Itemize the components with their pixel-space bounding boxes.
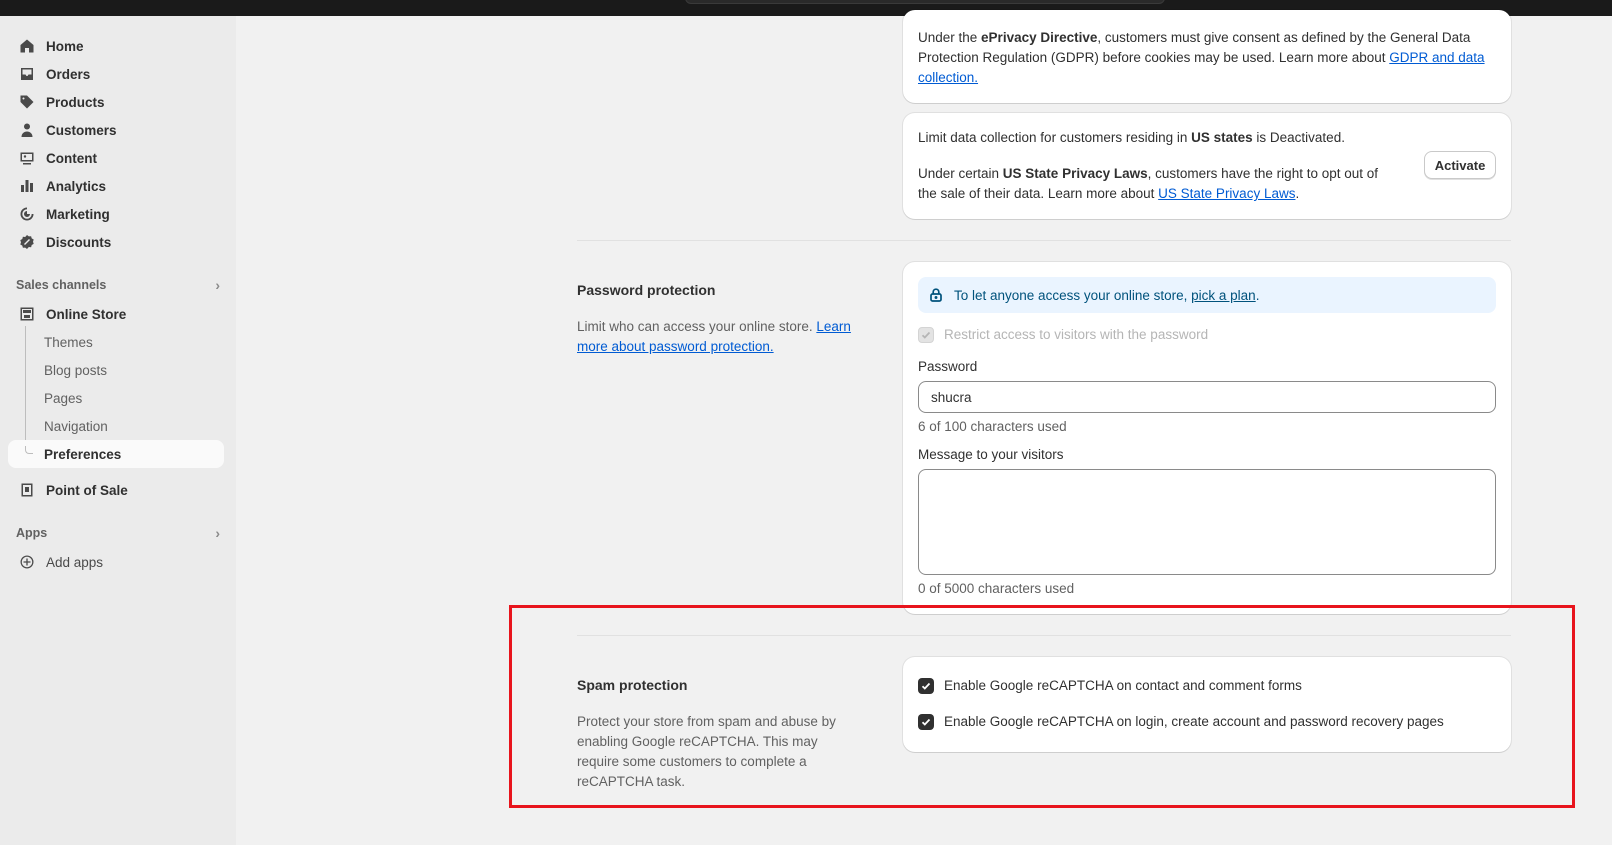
gdpr-link-continued[interactable]: collection. <box>918 70 978 85</box>
lock-icon <box>930 288 942 302</box>
sidebar-subitem-themes[interactable]: Themes <box>44 331 93 353</box>
sidebar-item-customers[interactable]: Customers <box>8 116 224 144</box>
sidebar-item-label: Orders <box>46 66 91 82</box>
sidebar-item-online-store[interactable]: Online Store <box>8 300 224 328</box>
person-icon <box>17 120 37 140</box>
bar-chart-icon <box>17 176 37 196</box>
message-char-count: 0 of 5000 characters used <box>918 581 1075 596</box>
sidebar-item-products[interactable]: Products <box>8 88 224 116</box>
us-privacy-description: Under certain US State Privacy Laws, cus… <box>918 166 1379 201</box>
restrict-access-label: Restrict access to visitors with the pas… <box>944 327 1209 342</box>
sidebar-item-home[interactable]: Home <box>8 32 224 60</box>
us-privacy-status: Limit data collection for customers resi… <box>918 130 1345 145</box>
message-label: Message to your visitors <box>918 447 1064 462</box>
highlight-annotation-box <box>509 605 1575 808</box>
activate-button[interactable]: Activate <box>1424 151 1496 179</box>
sidebar-item-add-apps[interactable]: Add apps <box>8 548 224 576</box>
restrict-access-checkbox[interactable] <box>918 327 934 343</box>
gdpr-text: Under the ePrivacy Directive, customers … <box>918 30 1485 85</box>
password-section-title: Password protection <box>577 282 716 298</box>
sidebar-item-content[interactable]: Content <box>8 144 224 172</box>
section-divider <box>577 240 1511 241</box>
discount-icon <box>17 232 37 252</box>
sidebar-item-orders[interactable]: Orders <box>8 60 224 88</box>
plan-banner: To let anyone access your online store, … <box>918 277 1496 313</box>
gdpr-link[interactable]: GDPR and data <box>1389 50 1484 65</box>
sidebar-item-analytics[interactable]: Analytics <box>8 172 224 200</box>
chevron-right-icon: › <box>215 525 220 541</box>
us-privacy-link[interactable]: US State Privacy Laws <box>1158 186 1295 201</box>
home-icon <box>17 36 37 56</box>
sidebar-item-label: Online Store <box>46 306 127 322</box>
tree-line <box>25 326 26 454</box>
password-input[interactable] <box>918 381 1496 413</box>
target-icon <box>17 204 37 224</box>
message-textarea[interactable] <box>918 469 1496 575</box>
pos-icon <box>17 480 37 500</box>
apps-header[interactable]: Apps › <box>16 523 224 543</box>
sidebar-item-point-of-sale[interactable]: Point of Sale <box>8 476 224 504</box>
pick-a-plan-link[interactable]: pick a plan <box>1191 288 1256 303</box>
sidebar-item-label: Point of Sale <box>46 482 128 498</box>
tree-elbow <box>25 446 33 454</box>
tag-icon <box>17 92 37 112</box>
sales-channels-header[interactable]: Sales channels › <box>16 275 224 295</box>
sidebar-item-label: Products <box>46 94 105 110</box>
sidebar-subitem-navigation[interactable]: Navigation <box>44 415 108 437</box>
check-icon <box>921 331 931 339</box>
sidebar-subitem-preferences[interactable]: Preferences <box>44 443 121 465</box>
sidebar-subitem-pages[interactable]: Pages <box>44 387 82 409</box>
sidebar-item-label: Content <box>46 150 97 166</box>
chevron-right-icon: › <box>215 277 220 293</box>
password-char-count: 6 of 100 characters used <box>918 419 1067 434</box>
sidebar-item-label: Customers <box>46 122 117 138</box>
sidebar-subitem-blog-posts[interactable]: Blog posts <box>44 359 107 381</box>
sidebar-item-label: Analytics <box>46 178 107 194</box>
password-learn-more-link-continued[interactable]: more about password protection. <box>577 339 774 354</box>
sidebar-item-label: Discounts <box>46 234 112 250</box>
inbox-icon <box>17 64 37 84</box>
sidebar-item-label: Home <box>46 38 84 54</box>
sidebar-item-label: Add apps <box>46 554 104 570</box>
image-icon <box>17 148 37 168</box>
store-icon <box>17 304 37 324</box>
sidebar-item-marketing[interactable]: Marketing <box>8 200 224 228</box>
plus-circle-icon <box>17 552 37 572</box>
sidebar-item-label: Marketing <box>46 206 110 222</box>
password-label: Password <box>918 359 978 374</box>
password-section-description: Limit who can access your online store. … <box>577 319 851 354</box>
sidebar-item-discounts[interactable]: Discounts <box>8 228 224 256</box>
search-bar[interactable] <box>685 0 1165 4</box>
password-learn-more-link[interactable]: Learn <box>816 319 851 334</box>
